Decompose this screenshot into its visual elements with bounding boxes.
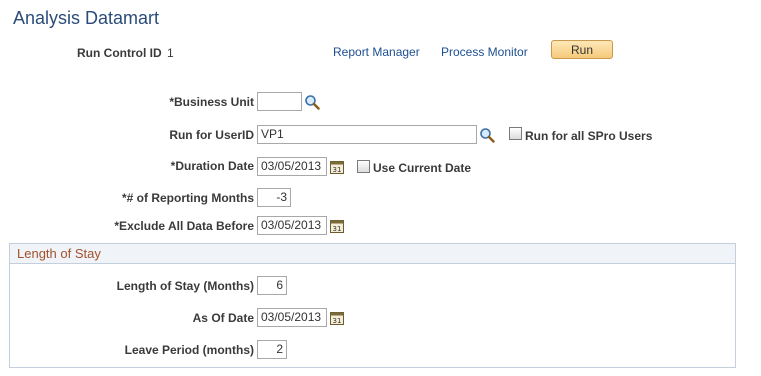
use-current-date-checkbox[interactable] — [357, 160, 370, 173]
exclude-before-label: *Exclude All Data Before — [114, 219, 254, 233]
svg-text:31: 31 — [333, 166, 342, 174]
process-monitor-link[interactable]: Process Monitor — [441, 45, 528, 59]
run-button[interactable]: Run — [551, 40, 613, 59]
duration-date-calendar-icon[interactable]: 31 — [330, 160, 344, 174]
userid-lookup-icon[interactable] — [479, 127, 495, 143]
run-for-userid-label: Run for UserID — [169, 128, 254, 142]
business-unit-label: *Business Unit — [169, 95, 254, 109]
duration-date-label: *Duration Date — [170, 159, 254, 173]
leave-period-input[interactable]: 2 — [257, 340, 287, 359]
as-of-date-input[interactable]: 03/05/2013 — [257, 308, 327, 327]
exclude-before-calendar-icon[interactable]: 31 — [330, 219, 344, 233]
as-of-date-label: As Of Date — [192, 311, 254, 325]
report-manager-link[interactable]: Report Manager — [333, 45, 420, 59]
length-of-stay-input[interactable]: 6 — [257, 276, 287, 295]
svg-text:31: 31 — [333, 317, 342, 325]
length-of-stay-section-title: Length of Stay — [17, 246, 101, 261]
duration-date-input[interactable]: 03/05/2013 — [257, 157, 327, 176]
as-of-date-calendar-icon[interactable]: 31 — [330, 311, 344, 325]
length-of-stay-section-header — [9, 243, 736, 264]
leave-period-label: Leave Period (months) — [124, 343, 254, 357]
run-control-value: 1 — [167, 46, 174, 60]
length-of-stay-label: Length of Stay (Months) — [116, 279, 254, 293]
svg-text:31: 31 — [333, 225, 342, 233]
reporting-months-label: *# of Reporting Months — [122, 191, 254, 205]
page-title: Analysis Datamart — [13, 8, 160, 28]
run-control-label: Run Control ID — [77, 46, 162, 60]
run-for-all-checkbox[interactable] — [509, 127, 522, 140]
reporting-months-input[interactable]: -3 — [257, 188, 291, 207]
use-current-date-label: Use Current Date — [373, 161, 472, 175]
run-for-all-label: Run for all SPro Users — [525, 129, 653, 143]
run-for-userid-input[interactable]: VP1 — [257, 125, 477, 144]
business-unit-lookup-icon[interactable] — [304, 94, 320, 110]
business-unit-input[interactable] — [257, 92, 302, 111]
exclude-before-input[interactable]: 03/05/2013 — [257, 216, 327, 235]
